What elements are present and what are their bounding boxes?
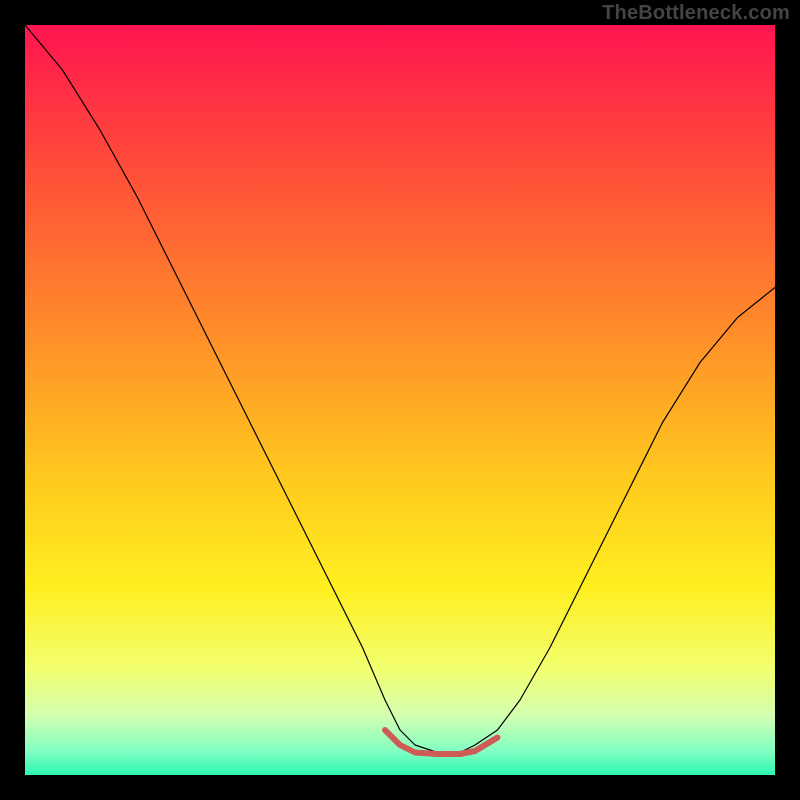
chart-frame: TheBottleneck.com xyxy=(0,0,800,800)
bottleneck-plot xyxy=(25,25,775,775)
watermark-label: TheBottleneck.com xyxy=(602,2,790,25)
gradient-background xyxy=(25,25,775,775)
plot-area xyxy=(25,25,775,775)
